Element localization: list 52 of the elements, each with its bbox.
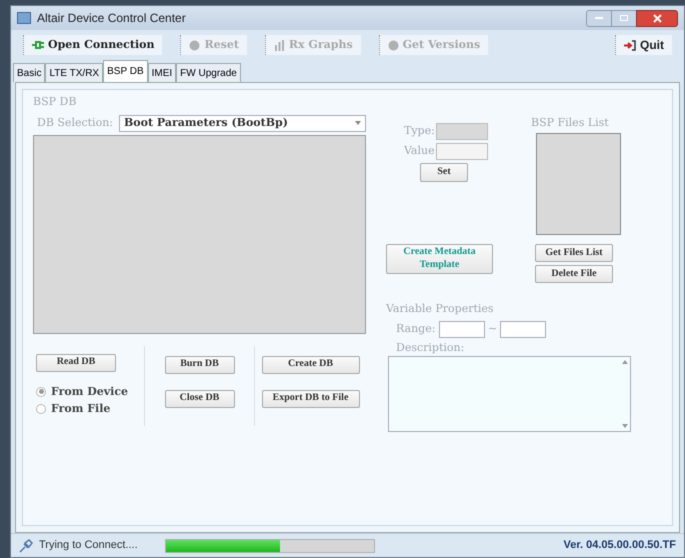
radio-label: From Device [51,384,128,400]
files-list-title: BSP Files List [531,114,609,130]
version-text: Ver. 04.05.00.00.50.TF [563,538,676,554]
radio-button[interactable] [36,386,46,397]
range-max-field[interactable] [500,320,546,338]
plug-icon [32,40,44,50]
close-button[interactable] [636,10,678,26]
minimize-button[interactable] [586,10,612,26]
quit-button[interactable]: Quit [615,35,672,55]
delete-file-button[interactable]: Delete File [535,265,613,283]
plug-icon [19,538,33,552]
tab[interactable]: BSP DB [103,60,148,82]
tab[interactable]: Basic [13,63,46,82]
maximize-button[interactable] [612,10,636,26]
set-button[interactable]: Set [420,162,468,182]
window-title: Altair Device Control Center [37,10,186,27]
tab[interactable]: FW Upgrade [176,63,241,82]
radio-button[interactable] [36,404,46,414]
scroll-up-icon [622,360,628,364]
value-field[interactable] [436,142,488,160]
read-db-button[interactable]: Read DB [36,354,116,372]
variable-properties-title: Variable Properties [386,301,495,317]
type-field[interactable] [436,122,488,140]
get-files-button[interactable]: Get Files List [535,244,613,262]
tab[interactable]: IMEI [148,63,176,82]
tab[interactable]: LTE TX/RX [45,63,104,82]
circle-icon [388,40,399,50]
range-min-field[interactable] [439,320,485,338]
exit-icon [624,40,636,50]
description-label: Description: [396,340,466,356]
burn-db-button[interactable]: Burn DB [164,356,234,374]
chart-icon [274,40,285,50]
description-field[interactable] [388,356,631,432]
circle-icon [189,40,200,50]
radio-label: From File [51,401,110,417]
dropdown-arrow-icon [355,121,361,125]
value-label: Value: [404,142,434,159]
create-db-button[interactable]: Create DB [262,356,360,374]
group-title: BSP DB [33,94,78,110]
files-list[interactable] [536,133,621,235]
toolbar-button[interactable]: Open Connection [23,35,162,55]
db-selection-label: DB Selection: [37,114,113,131]
db-selection-dropdown[interactable]: Boot Parameters (BootBp) [119,114,366,132]
close-db-button[interactable]: Close DB [164,390,234,408]
range-label: Range: [396,320,436,337]
type-label: Type: [404,122,434,139]
close-icon [652,14,662,22]
status-text: Trying to Connect.... [39,538,139,554]
app-icon [17,12,31,24]
scroll-down-icon [622,424,628,428]
export-db-button[interactable]: Export DB to File [262,390,360,408]
range-separator: ~ [488,320,498,337]
